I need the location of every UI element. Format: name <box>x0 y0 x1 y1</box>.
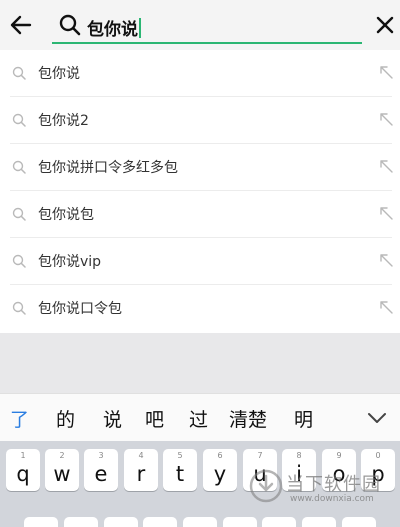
search-icon <box>12 254 26 268</box>
arrow-up-left-icon[interactable] <box>379 300 394 315</box>
keyboard-key[interactable] <box>342 517 376 527</box>
suggestion-label: 包你说2 <box>38 113 89 129</box>
suggestion-item[interactable]: 包你说2 <box>0 97 400 144</box>
suggestion-item[interactable]: 包你说包 <box>0 191 400 238</box>
candidate-word[interactable]: 明 <box>294 405 313 432</box>
search-query[interactable]: 包你说 <box>87 15 141 40</box>
candidate-word[interactable]: 的 <box>56 405 75 432</box>
key-y[interactable]: 6y <box>203 449 237 491</box>
suggestion-label: 包你说口令包 <box>38 301 122 317</box>
suggestion-label: 包你说vip <box>38 254 102 270</box>
candidate-word[interactable]: 过 <box>189 405 208 432</box>
key-o[interactable]: 9o <box>322 449 356 491</box>
keyboard-key[interactable] <box>223 517 257 527</box>
keyboard-key[interactable] <box>262 517 296 527</box>
arrow-up-left-icon[interactable] <box>379 206 394 221</box>
arrow-up-left-icon[interactable] <box>379 112 394 127</box>
keyboard-key[interactable] <box>64 517 98 527</box>
search-icon <box>12 113 26 127</box>
ime-candidate-bar: 了 的 说 吧 过 清楚 明 <box>0 393 400 441</box>
suggestion-item[interactable]: 包你说 <box>0 50 400 97</box>
suggestion-item[interactable]: 包你说口令包 <box>0 285 400 332</box>
search-icon <box>12 160 26 174</box>
arrow-up-left-icon[interactable] <box>379 159 394 174</box>
key-t[interactable]: 5t <box>163 449 197 491</box>
candidate-word[interactable]: 吧 <box>145 405 164 432</box>
empty-area <box>0 333 400 393</box>
suggestion-label: 包你说拼口令多红多包 <box>38 160 178 176</box>
keyboard-key[interactable] <box>104 517 138 527</box>
suggestion-label: 包你说 <box>38 66 80 82</box>
search-bar: 包你说 <box>0 0 400 50</box>
keyboard-key[interactable] <box>183 517 217 527</box>
candidate-word[interactable]: 说 <box>103 405 122 432</box>
candidate-word[interactable]: 了 <box>10 405 29 432</box>
search-icon <box>12 207 26 221</box>
arrow-up-left-icon[interactable] <box>379 253 394 268</box>
key-p[interactable]: 0p <box>361 449 395 491</box>
search-input[interactable]: 包你说 <box>52 8 362 44</box>
keyboard-key[interactable] <box>24 517 58 527</box>
keyboard-key[interactable] <box>302 517 336 527</box>
suggestion-label: 包你说包 <box>38 207 94 223</box>
arrow-left-icon[interactable] <box>8 12 34 38</box>
key-w[interactable]: 2w <box>45 449 79 491</box>
search-icon <box>12 301 26 315</box>
suggestion-item[interactable]: 包你说vip <box>0 238 400 285</box>
arrow-up-left-icon[interactable] <box>379 65 394 80</box>
key-i[interactable]: 8i <box>282 449 316 491</box>
suggestion-list: 包你说 包你说2 包你说拼口令多红多包 包你说包 包你说vip 包你说口令包 <box>0 50 400 333</box>
keyboard: 1q 2w 3e 4r 5t 6y 7u 8i 9o 0p <box>0 441 400 527</box>
key-r[interactable]: 4r <box>124 449 158 491</box>
key-q[interactable]: 1q <box>6 449 40 491</box>
text-cursor <box>139 18 141 38</box>
close-icon[interactable] <box>374 14 396 36</box>
suggestion-item[interactable]: 包你说拼口令多红多包 <box>0 144 400 191</box>
search-icon <box>12 66 26 80</box>
key-e[interactable]: 3e <box>84 449 118 491</box>
candidate-word[interactable]: 清楚 <box>229 405 267 432</box>
search-icon <box>59 14 81 36</box>
chevron-down-icon[interactable] <box>366 408 388 428</box>
key-u[interactable]: 7u <box>243 449 277 491</box>
keyboard-key[interactable] <box>143 517 177 527</box>
